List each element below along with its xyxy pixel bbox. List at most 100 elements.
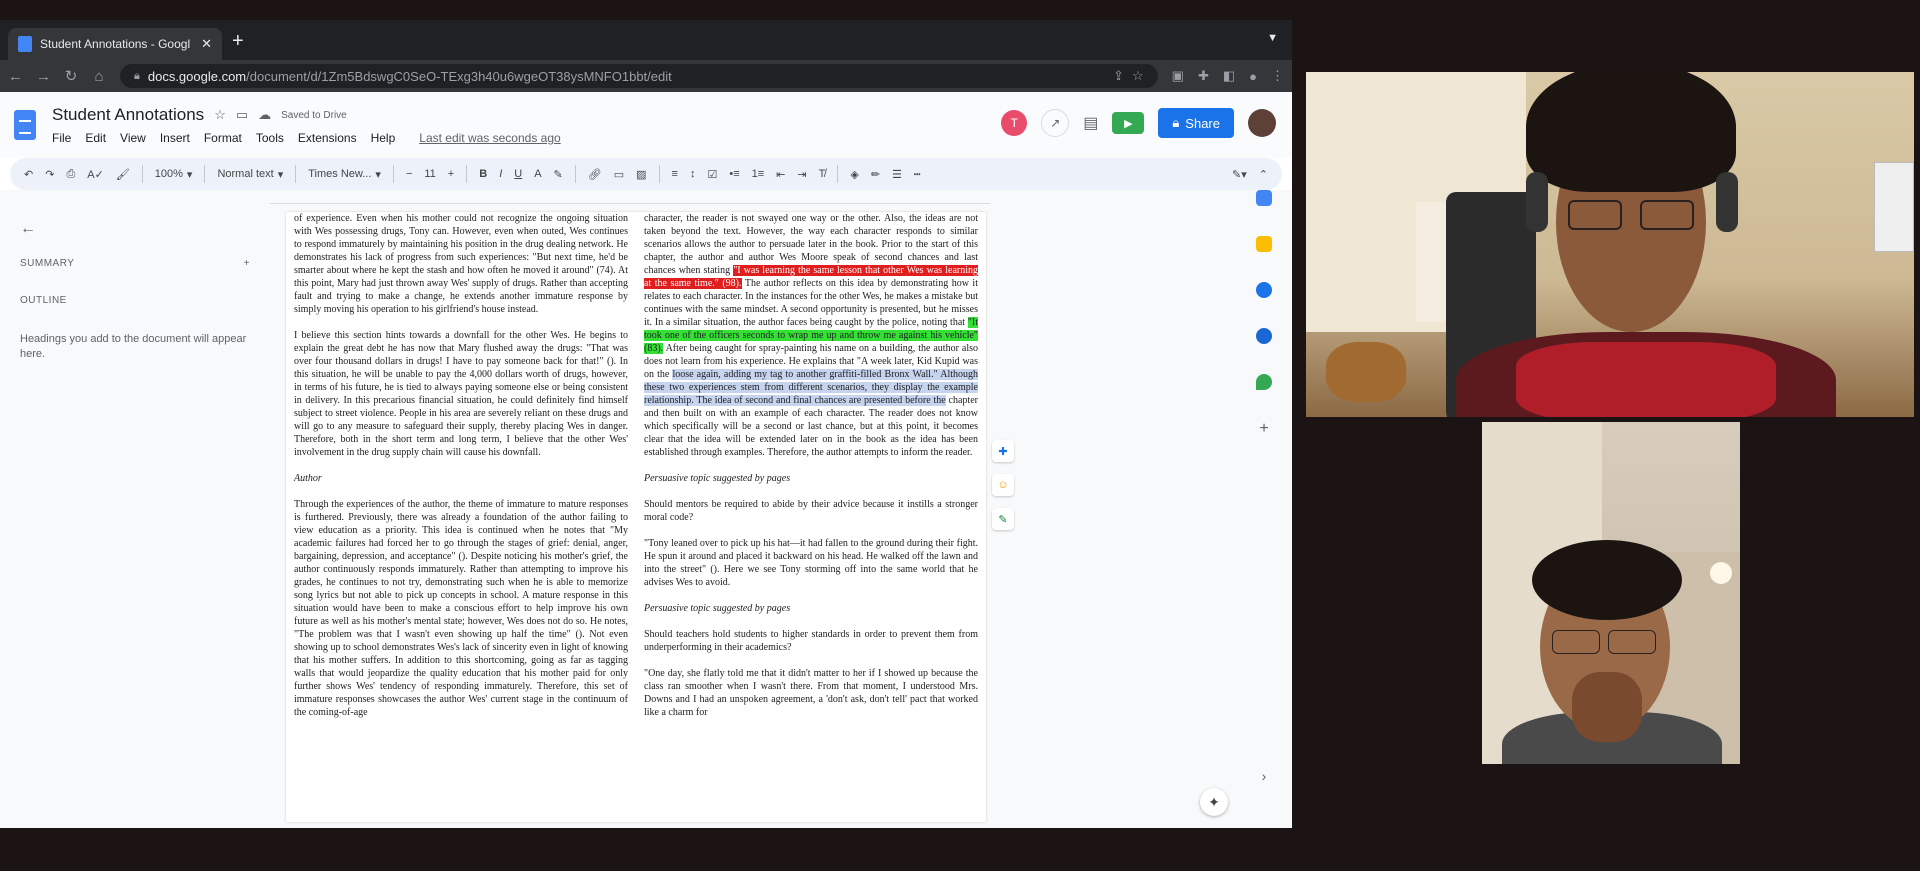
comment-history-icon[interactable]: ▤	[1083, 113, 1098, 133]
meet-camera-icon[interactable]: ▶	[1112, 112, 1145, 134]
url-path: /document/d/1Zm5BdswgC0SeO-TExg3h40u6wge…	[246, 68, 672, 84]
menu-edit[interactable]: Edit	[85, 131, 106, 145]
tasks-icon[interactable]	[1256, 282, 1272, 298]
paragraph[interactable]: of experience. Even when his mother coul…	[294, 212, 628, 316]
document-title[interactable]: Student Annotations	[52, 105, 204, 125]
border-width-icon[interactable]: ☰	[892, 168, 902, 181]
left-column[interactable]: of experience. Even when his mother coul…	[286, 212, 636, 822]
add-summary-icon[interactable]: +	[244, 258, 250, 269]
italic-icon[interactable]: I	[499, 168, 502, 180]
collapse-menus-icon[interactable]: ⌃	[1259, 168, 1268, 181]
new-tab-icon[interactable]: +	[232, 30, 244, 53]
increase-font-icon[interactable]: +	[448, 168, 454, 180]
participant-hair	[1526, 72, 1736, 192]
redo-icon[interactable]: ↷	[45, 168, 54, 181]
menu-tools[interactable]: Tools	[256, 131, 284, 145]
paint-format-icon[interactable]: 🖌︎	[116, 168, 130, 181]
checklist-icon[interactable]: ☑	[707, 168, 717, 181]
add-addon-icon[interactable]: +	[1259, 420, 1268, 438]
bullet-list-icon[interactable]: •≡	[729, 168, 739, 180]
paragraph[interactable]: Through the experiences of the author, t…	[294, 498, 628, 719]
menu-insert[interactable]: Insert	[160, 131, 190, 145]
underline-icon[interactable]: U	[514, 168, 522, 180]
expand-panel-icon[interactable]: ›	[1262, 768, 1267, 784]
add-emoji-icon[interactable]: ☺	[992, 474, 1014, 496]
close-tab-icon[interactable]: ✕	[201, 36, 212, 52]
paragraph[interactable]: "One day, she flatly told me that it did…	[644, 667, 978, 719]
border-color-icon[interactable]: ✏	[871, 168, 880, 181]
paragraph[interactable]: Should mentors be required to abide by t…	[644, 498, 978, 524]
bookmark-star-icon[interactable]: ☆	[1132, 68, 1144, 84]
maps-icon[interactable]	[1256, 374, 1272, 390]
puzzle-extensions-icon[interactable]: ✚	[1198, 68, 1209, 84]
extension-icon[interactable]: ▣	[1172, 68, 1184, 84]
link-icon[interactable]: 🔗︎	[588, 168, 602, 181]
suggest-edit-icon[interactable]: ✎	[992, 508, 1014, 530]
document-page[interactable]: of experience. Even when his mother coul…	[286, 212, 986, 822]
font-size-field[interactable]: 11	[424, 168, 435, 180]
share-button[interactable]: 🔒︎ Share	[1158, 108, 1234, 138]
user-avatar[interactable]	[1248, 109, 1276, 137]
menu-extensions[interactable]: Extensions	[298, 131, 357, 145]
collaborator-avatar[interactable]: T	[1001, 110, 1028, 136]
paragraph[interactable]: Should teachers hold students to higher …	[644, 628, 978, 654]
section-heading[interactable]: Persuasive topic suggested by pages	[644, 472, 978, 485]
ruler[interactable]	[270, 192, 990, 204]
image-icon[interactable]: ▨	[636, 168, 646, 181]
line-spacing-icon[interactable]: ↕	[690, 168, 696, 180]
url-field[interactable]: 🔒︎ docs.google.com/document/d/1Zm5BdswgC…	[120, 64, 1158, 88]
browser-menu-icon[interactable]: ⋮	[1271, 68, 1284, 84]
calendar-icon[interactable]	[1256, 190, 1272, 206]
contacts-icon[interactable]	[1256, 328, 1272, 344]
tab-student-annotations[interactable]: Student Annotations - Googl ✕	[8, 28, 222, 60]
align-icon[interactable]: ≡	[672, 168, 678, 180]
keep-icon[interactable]	[1256, 236, 1272, 252]
home-icon[interactable]: ⌂	[92, 68, 106, 85]
print-icon[interactable]: ⎙	[66, 168, 75, 181]
menu-help[interactable]: Help	[371, 131, 396, 145]
participant-video-tile[interactable]	[1482, 422, 1740, 764]
profile-icon[interactable]: ●	[1249, 69, 1257, 84]
undo-icon[interactable]: ↶	[24, 168, 33, 181]
docs-logo-icon[interactable]	[14, 110, 36, 140]
style-select[interactable]: Normal text ▾	[217, 168, 283, 181]
menu-view[interactable]: View	[120, 131, 146, 145]
decrease-font-icon[interactable]: −	[406, 168, 412, 180]
star-icon[interactable]: ☆	[214, 107, 226, 123]
move-folder-icon[interactable]: ▭	[236, 107, 248, 123]
add-comment-icon[interactable]: ✚	[992, 440, 1014, 462]
last-edit-link[interactable]: Last edit was seconds ago	[419, 131, 560, 145]
paragraph[interactable]: "Tony leaned over to pick up his hat—it …	[644, 537, 978, 589]
sidebar-icon[interactable]: ◧	[1223, 68, 1235, 84]
share-page-icon[interactable]: ⇪	[1113, 68, 1124, 84]
tab-search-chevron-icon[interactable]: ▼	[1267, 32, 1278, 44]
font-select[interactable]: Times New... ▾	[308, 168, 381, 181]
close-outline-arrow-icon[interactable]: ←	[20, 220, 250, 238]
fill-color-icon[interactable]: ◈	[850, 168, 858, 181]
paragraph[interactable]: character, the reader is not swayed one …	[644, 212, 978, 459]
activity-trend-icon[interactable]: ↗	[1041, 109, 1070, 137]
numbered-list-icon[interactable]: 1≡	[752, 168, 765, 180]
forward-arrow-icon[interactable]: →	[36, 68, 51, 85]
section-heading[interactable]: Author	[294, 472, 628, 485]
reload-icon[interactable]: ↻	[64, 67, 78, 85]
participant-video-tile[interactable]	[1306, 72, 1914, 417]
menu-format[interactable]: Format	[204, 131, 242, 145]
add-comment-icon[interactable]: ▭	[614, 168, 624, 181]
border-dash-icon[interactable]: ┅	[914, 168, 921, 181]
back-arrow-icon[interactable]: ←	[8, 68, 23, 85]
right-column[interactable]: character, the reader is not swayed one …	[636, 212, 986, 822]
menu-file[interactable]: File	[52, 131, 71, 145]
clear-format-icon[interactable]: T̸	[819, 168, 826, 180]
bold-icon[interactable]: B	[479, 168, 487, 180]
explore-icon[interactable]: ✦	[1200, 788, 1228, 816]
increase-indent-icon[interactable]: ⇥	[797, 168, 806, 181]
decrease-indent-icon[interactable]: ⇤	[776, 168, 785, 181]
section-heading[interactable]: Persuasive topic suggested by pages	[644, 602, 978, 615]
highlight-icon[interactable]: ✎	[554, 168, 563, 181]
paragraph[interactable]: I believe this section hints towards a d…	[294, 329, 628, 459]
text-color-icon[interactable]: A	[534, 168, 541, 180]
editing-mode-icon[interactable]: ✎▾	[1232, 168, 1247, 181]
spellcheck-icon[interactable]: A✓	[87, 168, 104, 181]
zoom-select[interactable]: 100% ▾	[155, 168, 193, 181]
